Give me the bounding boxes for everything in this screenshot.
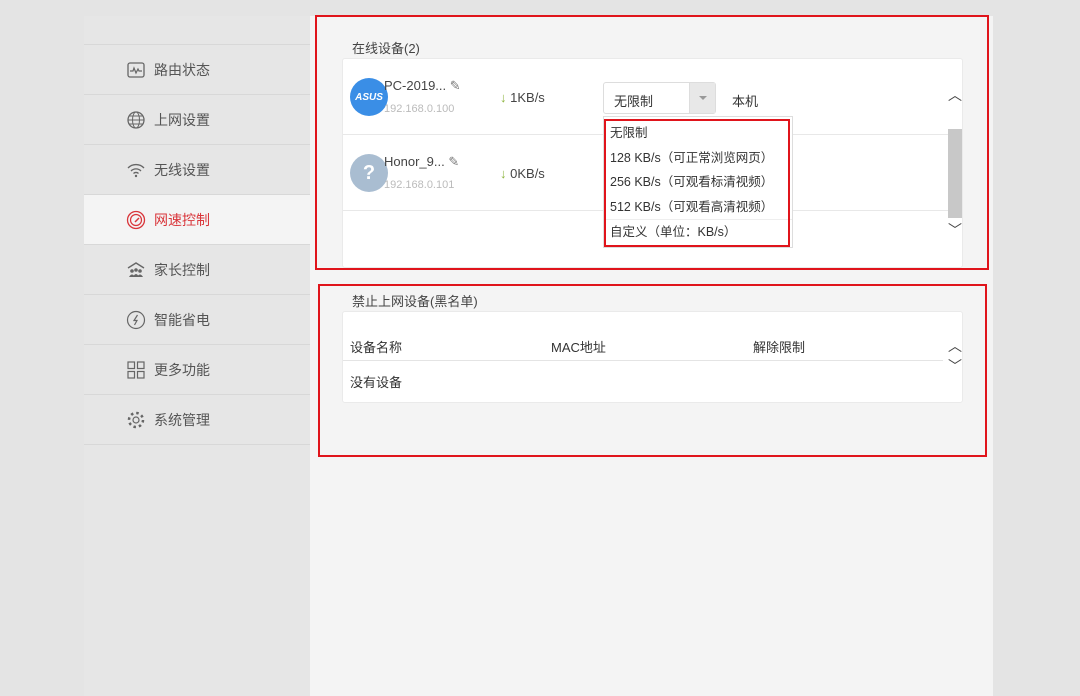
device-avatar: ? bbox=[350, 154, 388, 192]
sidebar-item-power-saving[interactable]: 智能省电 bbox=[84, 295, 310, 345]
scroll-up-icon[interactable]: ︿ bbox=[947, 336, 963, 356]
column-header: 设备名称 bbox=[350, 340, 403, 355]
power-save-icon bbox=[126, 310, 146, 329]
family-icon bbox=[127, 261, 145, 277]
device-speed: 0KB/s bbox=[510, 166, 545, 181]
dropdown-option[interactable]: 256 KB/s（可观看标清视频） bbox=[604, 170, 792, 195]
sidebar-item-more-features[interactable]: 更多功能 bbox=[84, 345, 310, 395]
sidebar-item-label: 更多功能 bbox=[154, 361, 210, 378]
dropdown-option[interactable]: 128 KB/s（可正常浏览网页） bbox=[604, 146, 792, 171]
sidebar-item-wireless-settings[interactable]: 无线设置 bbox=[84, 145, 310, 195]
dropdown-option[interactable]: 512 KB/s（可观看高清视频） bbox=[604, 195, 792, 220]
monitor-icon bbox=[127, 61, 145, 78]
scrollbar[interactable]: ︿ ﹀ bbox=[947, 336, 963, 376]
scroll-down-icon[interactable]: ﹀ bbox=[947, 356, 963, 376]
blacklist-title: 禁止上网设备(黑名单) bbox=[352, 294, 478, 309]
scrollbar[interactable]: ︿ ﹀ bbox=[947, 77, 963, 240]
column-header: MAC地址 bbox=[551, 340, 606, 355]
sidebar-item-label: 无线设置 bbox=[154, 161, 210, 178]
column-header: 解除限制 bbox=[753, 340, 806, 355]
sidebar-item-internet-settings[interactable]: 上网设置 bbox=[84, 95, 310, 145]
sidebar-item-label: 路由状态 bbox=[154, 61, 210, 78]
sidebar-item-label: 上网设置 bbox=[154, 111, 210, 128]
globe-icon bbox=[127, 110, 145, 129]
empty-message: 没有设备 bbox=[350, 375, 403, 390]
sidebar: 路由状态 上网设置 无线设置 网速控制 家长控制 智能省电 更多功能 系统管理 bbox=[84, 16, 310, 696]
device-name: PC-2019... bbox=[384, 78, 447, 93]
chevron-down-icon[interactable] bbox=[689, 83, 715, 113]
sidebar-item-label: 系统管理 bbox=[154, 411, 210, 428]
scroll-down-icon[interactable]: ﹀ bbox=[947, 220, 963, 240]
this-device-label: 本机 bbox=[732, 94, 759, 109]
sidebar-item-label: 家长控制 bbox=[154, 261, 210, 278]
device-speed: 1KB/s bbox=[510, 90, 545, 105]
download-arrow-icon: ↓ bbox=[500, 90, 507, 105]
edit-pencil-icon[interactable]: ✎ bbox=[448, 154, 459, 169]
dropdown-option[interactable]: 自定义（单位：KB/s） bbox=[604, 219, 792, 244]
selected-value: 无限制 bbox=[614, 94, 654, 109]
sidebar-item-parental-control[interactable]: 家长控制 bbox=[84, 245, 310, 295]
scroll-up-icon[interactable]: ︿ bbox=[947, 85, 963, 105]
speed-limit-dropdown: 无限制 128 KB/s（可正常浏览网页） 256 KB/s（可观看标清视频） … bbox=[603, 116, 793, 248]
download-arrow-icon: ↓ bbox=[500, 166, 507, 181]
device-avatar: ASUS bbox=[350, 78, 388, 116]
device-name: Honor_9... bbox=[384, 154, 445, 169]
sidebar-item-speed-control[interactable]: 网速控制 bbox=[84, 195, 310, 245]
blacklist-card: 设备名称 MAC地址 解除限制 没有设备 ︿ ﹀ bbox=[342, 311, 963, 403]
speed-limit-select[interactable]: 无限制 bbox=[603, 82, 716, 114]
scrollbar-thumb[interactable] bbox=[948, 129, 962, 218]
sidebar-item-system-management[interactable]: 系统管理 bbox=[84, 395, 310, 445]
edit-pencil-icon[interactable]: ✎ bbox=[450, 78, 461, 93]
device-ip: 192.168.0.100 bbox=[384, 103, 455, 115]
dropdown-option[interactable]: 无限制 bbox=[604, 121, 792, 146]
gear-icon bbox=[127, 411, 145, 428]
online-devices-title: 在线设备(2) bbox=[352, 41, 420, 56]
divider bbox=[343, 360, 943, 361]
speedometer-icon bbox=[126, 210, 146, 229]
wifi-icon bbox=[127, 163, 145, 177]
sidebar-item-label: 智能省电 bbox=[154, 311, 210, 328]
device-ip: 192.168.0.101 bbox=[384, 179, 455, 191]
sidebar-item-router-status[interactable]: 路由状态 bbox=[84, 45, 310, 95]
grid-icon bbox=[127, 360, 145, 379]
sidebar-item-label: 网速控制 bbox=[154, 211, 210, 228]
